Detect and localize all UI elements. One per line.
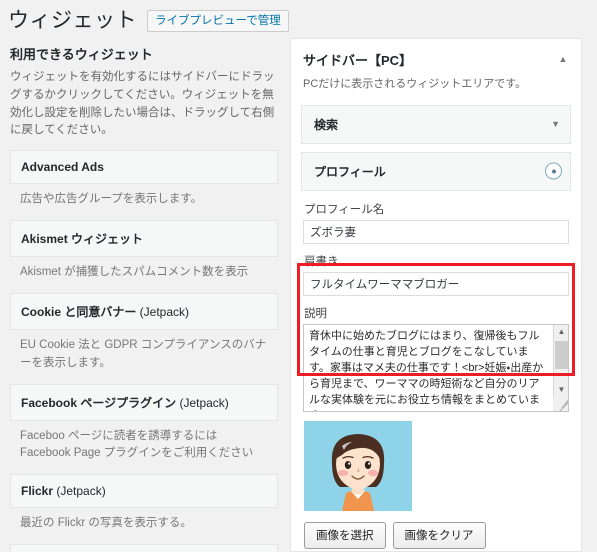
profile-image-preview [304, 420, 412, 511]
avatar-illustration-icon [304, 420, 412, 511]
available-widget-item[interactable]: Goodreads (Jetpack) [10, 543, 278, 552]
input-profile-name[interactable] [303, 219, 569, 244]
input-profile-title[interactable] [303, 271, 569, 296]
widget-row-profile[interactable]: プロフィール [301, 151, 571, 191]
available-widget-description: 最近の Flickr の写真を表示する。 [20, 517, 192, 530]
page-title: ウィジェット [8, 9, 137, 32]
available-widget-suffix: (Jetpack) [176, 395, 229, 410]
select-image-button[interactable]: 画像を選択 [304, 521, 386, 549]
textarea-profile-description[interactable]: 育休中に始めたブログにはまり、復帰後もフルタイムの仕事と育児とブログをこなしてい… [303, 323, 569, 412]
textarea-profile-description-text[interactable]: 育休中に始めたブログにはまり、復帰後もフルタイムの仕事と育児とブログをこなしてい… [304, 325, 553, 411]
field-profile-title: 肩書き [303, 253, 569, 296]
sidebar-panel-description: PCだけに表示されるウィジットエリアです。 [303, 78, 527, 90]
widget-title-profile: プロフィール [314, 164, 386, 179]
label-profile-description: 説明 [304, 307, 327, 320]
chevron-down-icon[interactable]: ▼ [551, 119, 560, 129]
sidebar-panel-header: サイドバー【PC】 ▲ PCだけに表示されるウィジットエリアです。 [291, 39, 581, 97]
available-widget-description: EU Cookie 法と GDPR コンプライアンスのバナーを表示します。 [20, 338, 267, 369]
sidebar-panel-title: サイドバー【PC】 [303, 53, 413, 68]
profile-widget-form: プロフィール名 肩書き 説明 育休中に始めたブログにはまり、復帰後もフルタイムの… [291, 191, 581, 552]
available-widget-name: Facebook ページプラグイン [21, 395, 177, 410]
available-widget-item[interactable]: Akismet ウィジェット [10, 220, 278, 258]
scrollbar-thumb[interactable] [555, 340, 568, 369]
label-profile-title: 肩書き [304, 255, 339, 268]
textarea-resize-grip[interactable] [553, 396, 568, 411]
sidebar-pc-panel: サイドバー【PC】 ▲ PCだけに表示されるウィジットエリアです。 検索 ▼ プ… [290, 38, 582, 552]
widgets-admin-page: ウィジェット ライブプレビューで管理 利用できるウィジェット ウィジェットを有効… [0, 0, 597, 552]
available-widget-name: Advanced Ads [21, 160, 104, 175]
available-widget-item[interactable]: Flickr (Jetpack) [10, 474, 278, 509]
widget-title-search: 検索 [314, 117, 339, 132]
manage-with-live-preview-button[interactable]: ライブプレビューで管理 [147, 10, 289, 32]
available-widgets-title: 利用できるウィジェット [10, 47, 153, 62]
available-widget-name: Cookie と同意バナー [21, 304, 137, 319]
saving-spinner-icon[interactable] [545, 162, 562, 180]
available-widget-name: Akismet ウィジェット [21, 232, 144, 247]
chevron-up-icon[interactable]: ▲ [555, 51, 571, 67]
available-widgets-list: Advanced Ads 広告や広告グループを表示します。 Akismet ウィジェ… [8, 150, 282, 552]
available-widget-suffix: (Jetpack) [53, 484, 106, 499]
available-widgets-description: ウィジェットを有効化するにはサイドバーにドラッグするかクリックしてください。ウィ… [10, 71, 275, 137]
image-buttons-row: 画像を選択 画像をクリア [304, 521, 569, 549]
available-widget-item[interactable]: Cookie と同意バナー (Jetpack) [10, 292, 278, 330]
available-widgets-column: 利用できるウィジェット ウィジェットを有効化するにはサイドバーにドラッグするかク… [8, 44, 282, 552]
page-right-edge [589, 0, 597, 552]
available-widget-suffix: (Jetpack) [136, 304, 190, 319]
page-header: ウィジェット ライブプレビューで管理 [8, 4, 589, 38]
available-widget-name: Flickr [21, 484, 54, 499]
available-widget-description: 広告や広告グループを表示します。 [20, 193, 203, 206]
widget-row-search[interactable]: 検索 ▼ [301, 104, 571, 144]
scroll-up-arrow-icon[interactable]: ▲ [554, 324, 568, 339]
clear-image-button[interactable]: 画像をクリア [392, 521, 486, 549]
label-profile-name: プロフィール名 [304, 203, 385, 216]
scroll-down-arrow-icon[interactable]: ▼ [554, 382, 568, 397]
available-widget-description: Akismet が捕獲したスパムコメント数を表示 [20, 266, 249, 279]
available-widget-item[interactable]: Advanced Ads [10, 150, 278, 185]
available-widget-item[interactable]: Facebook ページプラグイン (Jetpack) [10, 383, 278, 421]
field-profile-description: 説明 育休中に始めたブログにはまり、復帰後もフルタイムの仕事と育児とブログをこな… [303, 305, 569, 412]
available-widget-description: Faceboo ページに読者を誘導するには Facebook Page プラグイ… [20, 429, 254, 460]
field-profile-name: プロフィール名 [303, 201, 569, 244]
